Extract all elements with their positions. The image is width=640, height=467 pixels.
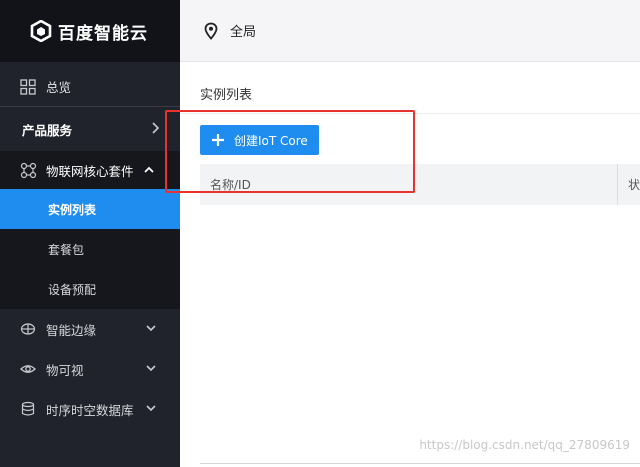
- plus-icon: [212, 134, 224, 146]
- sidebar-item-smart-edge[interactable]: 智能边缘: [0, 309, 180, 349]
- sidebar-subitem-label: 套餐包: [48, 242, 85, 257]
- watermark: https://blog.csdn.net/qq_27809619: [419, 438, 630, 452]
- chevron-right-icon: [152, 122, 160, 134]
- iot-suite-icon: [19, 161, 37, 179]
- top-bar: 全局: [180, 0, 640, 62]
- sidebar-item-overview[interactable]: 总览: [0, 67, 180, 107]
- page-title: 实例列表: [200, 88, 253, 103]
- database-icon: [19, 400, 37, 418]
- region-selector[interactable]: 全局: [230, 21, 256, 40]
- chevron-down-icon: [146, 325, 156, 332]
- location-pin-icon: [204, 22, 218, 40]
- grid-icon: [19, 78, 37, 96]
- create-iot-core-label: 创建IoT Core: [234, 133, 308, 148]
- column-header-name-id[interactable]: 名称/ID: [200, 164, 618, 205]
- chevron-up-icon: [144, 166, 154, 173]
- brand-header[interactable]: 百度智能云: [0, 0, 180, 62]
- divider: [180, 113, 640, 114]
- chevron-down-icon: [146, 365, 156, 372]
- sidebar-item-label: 物联网核心套件: [46, 163, 134, 179]
- divider: [200, 463, 640, 464]
- sidebar-subitem-label: 设备预配: [48, 282, 97, 297]
- sidebar-item-label: 物可视: [46, 362, 84, 378]
- sidebar-item-label: 产品服务: [22, 122, 73, 138]
- sidebar-subitem-device-provisioning[interactable]: 设备预配: [0, 269, 180, 309]
- eye-icon: [19, 360, 37, 378]
- sidebar-item-label: 智能边缘: [46, 322, 97, 338]
- sidebar-item-iot-suite[interactable]: 物联网核心套件: [0, 151, 180, 189]
- baidu-cloud-logo-icon: [30, 20, 52, 42]
- chevron-down-icon: [146, 405, 156, 412]
- table-header: 名称/ID 状: [200, 164, 640, 205]
- sidebar-subitem-label: 实例列表: [48, 202, 97, 217]
- sidebar-item-tsdb[interactable]: 时序时空数据库: [0, 389, 180, 429]
- create-iot-core-button[interactable]: 创建IoT Core: [200, 125, 319, 155]
- sidebar-subitem-instance-list[interactable]: 实例列表: [0, 189, 180, 229]
- brand-name: 百度智能云: [58, 23, 148, 44]
- sidebar-item-label: 总览: [46, 80, 72, 95]
- sidebar-subitem-package[interactable]: 套餐包: [0, 229, 180, 269]
- column-header-status[interactable]: 状: [618, 176, 640, 193]
- sidebar-item-label: 时序时空数据库: [46, 402, 134, 418]
- sidebar: 百度智能云 总览 产品服务 物联网核心套件 实例列表 套餐包 设备预配 智能边缘: [0, 0, 180, 467]
- sidebar-item-visualization[interactable]: 物可视: [0, 349, 180, 389]
- edge-icon: [19, 320, 37, 338]
- sidebar-item-products[interactable]: 产品服务: [0, 107, 180, 151]
